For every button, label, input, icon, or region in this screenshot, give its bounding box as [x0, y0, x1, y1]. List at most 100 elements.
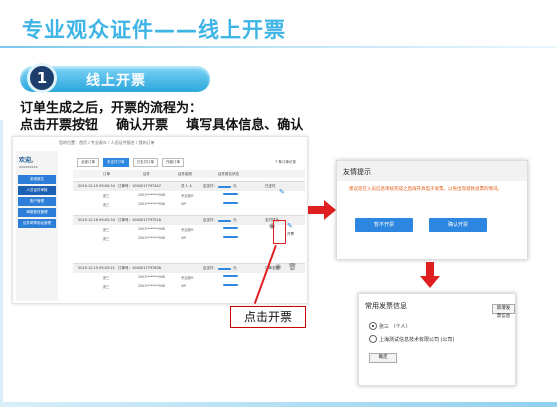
invoice-info-dialog: 常用发票信息 新增发票信息 张三 （个人） 上海测试信息技术有限公司 (公司) … [358, 293, 516, 386]
sidebar-item-account[interactable]: 账户管理 [18, 197, 56, 206]
status-bar [223, 236, 238, 238]
row-id: 2001********008 [138, 275, 165, 279]
row-group: VIP [181, 202, 187, 206]
order-tabs: 全部订单 未支付订单 已支付订单 作废订单 [77, 158, 184, 167]
tab-void[interactable]: 作废订单 [162, 158, 184, 167]
delete-icon[interactable]: 🗑 [288, 264, 297, 271]
row-id: 2001********008 [138, 284, 165, 288]
amount-bar [218, 220, 231, 222]
instruction-line-2: 点击开票按钮 确认开票 填写具体信息、确认 [20, 118, 304, 133]
option-company-label: 上海测试信息技术有限公司 (公司) [379, 336, 455, 343]
row-name: 张三 [103, 285, 110, 289]
step-number-badge: 1 [27, 63, 57, 93]
status-bar [223, 202, 238, 204]
row-group: 专业观众 [181, 276, 194, 280]
status-bar [223, 284, 238, 286]
row-group: 专业观众 [181, 194, 194, 198]
breadcrumb: 您的位置：首页 / 专业观众 / 人员证件报名 / 我的订单 [59, 140, 155, 145]
order-block: 2019.10.15 09:00:34 订单号：1000017797447 共 … [73, 181, 305, 209]
invoice-icon[interactable]: ✎ [287, 223, 293, 230]
row-name: 张三 [103, 203, 110, 207]
invoice-label[interactable]: 开票 [287, 232, 294, 237]
sidebar: 欢迎, xxxxxxxxx 参观报名 人员证件审核 账户管理 邮箱更改管理 证件… [16, 151, 58, 301]
row-id: 2001********008 [138, 193, 165, 197]
tab-paid[interactable]: 已支付订单 [132, 158, 158, 167]
pay-icon[interactable]: ✎ [279, 189, 285, 196]
dialog-title: 友情提示 [337, 161, 527, 181]
title-divider [0, 46, 557, 48]
new-invoice-button[interactable]: 新增发票信息 [492, 304, 515, 319]
bottom-accent-bar [0, 402, 557, 407]
invoice-highlight-box [273, 220, 286, 244]
dialog-message: 建议您在入员信息审核完成之后再开具电子发票。以免出现退款退票的情况。 [349, 187, 502, 192]
sidebar-item-email[interactable]: 邮箱更改管理 [18, 208, 56, 217]
table-row: 张三 2001********008 VIP [73, 282, 305, 291]
order-header: 2019.10.15 09:03:21 订单号：1000017797608 应支… [73, 264, 305, 273]
row-id: 2001********008 [138, 202, 165, 206]
row-name: 张三 [103, 194, 110, 198]
order-header: 2019.10.15 09:00:34 订单号：1000017797447 共 … [73, 182, 305, 191]
arrow-right-icon [308, 200, 336, 220]
order-status: 已支付 [265, 184, 276, 188]
table-row: 张三 2001********008 VIP [73, 234, 305, 243]
status-bar [223, 275, 238, 277]
row-name: 张三 [103, 276, 110, 280]
order-number: 订单号：1000017797447 [118, 184, 161, 188]
callout-label: 点击开票 [230, 306, 306, 328]
col-group: 证件组别 [178, 172, 192, 176]
order-number: 订单号：1000017797518 [118, 218, 161, 222]
amount-bar [218, 186, 231, 188]
order-amount: 应支付： [203, 218, 217, 222]
status-bar [223, 193, 238, 195]
row-group: VIP [181, 236, 187, 240]
slide-title: 专业观众证件——线上开票 [22, 18, 286, 42]
table-row: 张三 2001********008 VIP [73, 200, 305, 209]
order-date: 2019.10.16 09:02:34 [78, 218, 115, 222]
order-block: 2019.10.15 09:03:21 订单号：1000017797608 应支… [73, 263, 305, 291]
col-status: 证件报名状态 [218, 172, 239, 176]
row-group: VIP [181, 284, 187, 288]
amount-bar [218, 268, 231, 270]
row-group: 专业观众 [181, 228, 194, 232]
option-personal-label: 张三 （个人） [379, 323, 411, 330]
radio-selected-icon[interactable] [369, 322, 377, 330]
order-amount: 应支付： [203, 266, 217, 270]
order-people: 共 1 人 [181, 184, 193, 188]
arrow-down-icon [420, 262, 440, 288]
confirm-invoice-button[interactable]: 确认开票 [429, 218, 487, 232]
col-cert: 证件 [143, 172, 150, 176]
radio-icon[interactable] [369, 335, 377, 343]
table-header: 订单 证件 证件组别 证件报名状态 [73, 170, 305, 178]
order-number: 订单号：1000017797608 [118, 266, 161, 270]
left-accent-bar [0, 120, 3, 407]
option-company[interactable]: 上海测试信息技术有限公司 (公司) [369, 335, 455, 343]
welcome-user: xxxxxxxxx [19, 165, 38, 169]
welcome-text: 欢迎, [19, 157, 34, 164]
row-name: 张三 [103, 228, 110, 232]
status-bar [223, 227, 238, 229]
order-date: 2019.10.15 09:03:21 [78, 266, 115, 270]
col-order: 订单 [103, 172, 110, 176]
confirm-dialog: 友情提示 建议您在入员信息审核完成之后再开具电子发票。以免出现退款退票的情况。 … [336, 160, 528, 260]
table-row: 张三 2001********008 专业观众 [73, 273, 305, 282]
table-row: 张三 2001********008 专业观众 [73, 191, 305, 200]
cancel-invoice-button[interactable]: 暂不开票 [355, 218, 413, 232]
amount-unit: 元 [233, 218, 237, 222]
order-amount: 应支付： [203, 184, 217, 188]
tab-all[interactable]: 全部订单 [77, 158, 99, 167]
row-id: 2001********008 [138, 236, 165, 240]
sidebar-item-register[interactable]: 参观报名 [18, 175, 56, 184]
view-icon[interactable]: ◉ [275, 264, 281, 271]
order-count: 7 条订单记录 [275, 160, 296, 164]
amount-unit: 元 [233, 184, 237, 188]
step-label: 线上开票 [86, 73, 146, 89]
ok-button[interactable]: 确定 [369, 353, 397, 363]
tab-unpaid[interactable]: 未支付订单 [103, 158, 129, 167]
option-personal[interactable]: 张三 （个人） [369, 322, 411, 330]
sidebar-item-address[interactable]: 证件邮寄地址管理 [18, 219, 56, 228]
row-id: 2001********008 [138, 227, 165, 231]
sidebar-item-review[interactable]: 人员证件审核 [18, 186, 56, 195]
order-date: 2019.10.15 09:00:34 [78, 184, 115, 188]
amount-unit: 元 [233, 266, 237, 270]
row-name: 张三 [103, 237, 110, 241]
